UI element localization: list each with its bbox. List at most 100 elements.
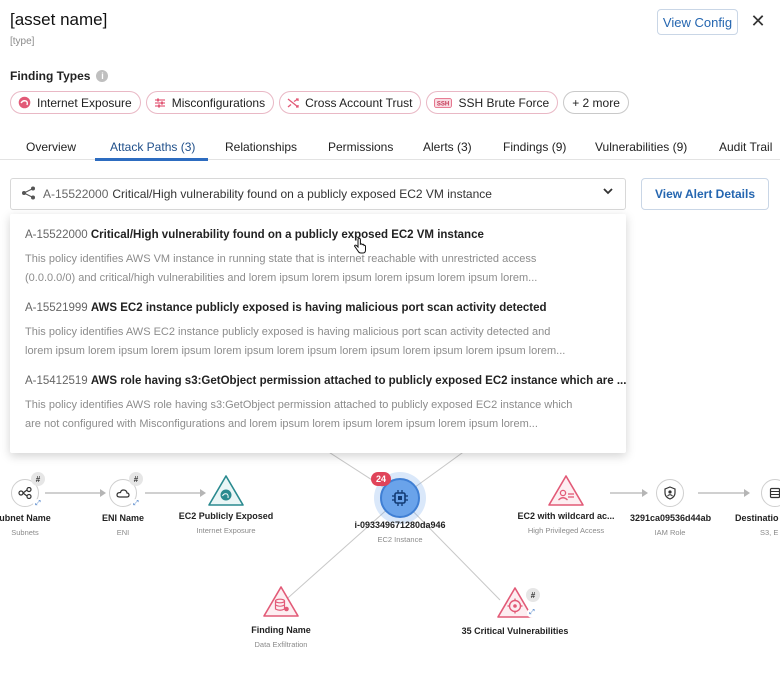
tab-permissions[interactable]: Permissions <box>328 140 393 154</box>
alert-option-desc-line: This policy identifies AWS EC2 instance … <box>25 326 551 338</box>
globe-icon <box>18 96 31 109</box>
node-label: ENI Name <box>101 513 145 523</box>
active-tab-indicator <box>95 158 208 161</box>
alert-option-id: A-15522000 <box>25 229 88 241</box>
attack-path-graph: # ⤢ ubnet Name Subnets # ⤢ ENI Name ENI … <box>0 440 780 676</box>
selected-alert-title: Critical/High vulnerability found on a p… <box>112 187 492 201</box>
node-sublabel: ENI <box>116 528 130 537</box>
asset-type: [type] <box>10 36 35 47</box>
node-label: EC2 Publicly Exposed <box>178 511 274 521</box>
alert-option-name: AWS role having s3:GetObject permission … <box>90 375 627 387</box>
alert-option[interactable]: A-15521999 AWS EC2 instance publicly exp… <box>25 302 615 361</box>
node-ec2-publicly-exposed[interactable]: EC2 Publicly Exposed Internet Exposure <box>176 474 276 535</box>
more-chips-button[interactable]: + 2 more <box>563 91 629 114</box>
chip-label: Cross Account Trust <box>305 95 413 110</box>
shuffle-icon <box>287 97 299 109</box>
node-label: ubnet Name <box>0 513 51 523</box>
chip-cross-account-trust[interactable]: Cross Account Trust <box>279 91 422 114</box>
alert-option-name: AWS EC2 instance publicly exposed is hav… <box>90 302 547 314</box>
chip-internet-exposure[interactable]: Internet Exposure <box>10 91 141 114</box>
node-label: 35 Critical Vulnerabilities <box>461 626 569 636</box>
finding-types-title: Finding Types <box>10 69 91 83</box>
chip-label: SSH Brute Force <box>458 95 550 110</box>
node-label: i-093349671280da946 <box>354 520 446 530</box>
chip-label: Internet Exposure <box>37 95 132 110</box>
node-sublabel: Subnets <box>11 528 39 537</box>
node-sublabel: IAM Role <box>654 528 686 537</box>
alert-option-title: A-15521999 AWS EC2 instance publicly exp… <box>25 302 615 314</box>
close-icon[interactable]: ✕ <box>749 10 767 32</box>
alert-option[interactable]: A-15412519 AWS role having s3:GetObject … <box>25 375 626 434</box>
alert-option-description: This policy identifies AWS EC2 instance … <box>25 323 615 361</box>
alert-option-id: A-15521999 <box>25 302 88 314</box>
vulnerability-icon: # ⤢ <box>496 586 540 620</box>
hand-cursor-icon <box>353 238 367 259</box>
alert-dropdown-menu: A-15522000 Critical/High vulnerability f… <box>10 214 626 453</box>
alert-option-desc-line: are not configured with Misconfiguration… <box>25 418 538 430</box>
tab-relationships[interactable]: Relationships <box>225 140 297 154</box>
asset-name: [asset name] <box>10 10 108 29</box>
node-sublabel: Data Exfiltration <box>254 640 308 649</box>
node-label: Finding Name <box>251 625 311 635</box>
alert-option-desc-line: (0.0.0.0/0) and critical/high vulnerabil… <box>25 272 538 284</box>
tab-audit-trail[interactable]: Audit Trail <box>719 140 772 154</box>
alert-option[interactable]: A-15522000 Critical/High vulnerability f… <box>25 229 615 288</box>
tab-alerts[interactable]: Alerts (3) <box>423 140 472 154</box>
finding-type-chips: Internet Exposure Misconfigurations Cros… <box>10 91 629 114</box>
node-sublabel: High Privileged Access <box>527 526 605 535</box>
asset-header: [asset name] [type] <box>10 10 107 47</box>
tab-overview[interactable]: Overview <box>26 140 76 154</box>
shield-user-icon <box>656 479 684 507</box>
tab-attack-paths[interactable]: Attack Paths (3) <box>110 140 195 154</box>
hash-badge: # <box>31 472 45 486</box>
alert-option-desc-line: This policy identifies AWS VM instance i… <box>25 253 537 265</box>
node-subnet[interactable]: # ⤢ ubnet Name Subnets <box>0 472 55 537</box>
chip-ssh-brute-force[interactable]: SSH SSH Brute Force <box>426 91 559 114</box>
node-sublabel: S3, E <box>760 528 779 537</box>
internet-exposure-icon <box>207 474 245 508</box>
tab-findings[interactable]: Findings (9) <box>503 140 566 154</box>
alert-select[interactable]: A-15522000 Critical/High vulnerability f… <box>10 178 626 210</box>
alert-option-description: This policy identifies AWS role having s… <box>25 396 615 434</box>
storage-icon <box>761 479 780 507</box>
node-label: EC2 with wildcard ac... <box>517 511 615 521</box>
ssh-icon: SSH <box>434 97 453 108</box>
node-iam-role[interactable]: 3291ca09536d44ab IAM Role <box>630 479 712 537</box>
alert-option-title: A-15412519 AWS role having s3:GetObject … <box>25 375 626 387</box>
alert-option-title: A-15522000 Critical/High vulnerability f… <box>25 229 615 241</box>
sliders-icon <box>154 97 166 109</box>
node-ec2-instance[interactable]: i-093349671280da946 EC2 Instance <box>340 520 460 544</box>
tab-vulnerabilities[interactable]: Vulnerabilities (9) <box>595 140 687 154</box>
alert-option-description: This policy identifies AWS VM instance i… <box>25 250 615 288</box>
cloud-icon: # ⤢ <box>109 472 143 509</box>
node-eni[interactable]: # ⤢ ENI Name ENI <box>93 472 153 537</box>
node-destination[interactable]: Destinatio S3, E <box>735 479 780 537</box>
link-icon: ⤢ <box>527 608 537 618</box>
tab-bar: Overview Attack Paths (3) Relationships … <box>0 132 780 161</box>
node-label: Destinatio <box>735 513 779 523</box>
view-alert-details-button[interactable]: View Alert Details <box>641 178 769 210</box>
svg-text:SSH: SSH <box>437 101 449 107</box>
node-label: 3291ca09536d44ab <box>630 513 712 523</box>
node-vulnerabilities[interactable]: # ⤢ 35 Critical Vulnerabilities <box>456 586 574 636</box>
chip-misconfigurations[interactable]: Misconfigurations <box>145 91 275 114</box>
edge-center-vulns <box>399 497 501 601</box>
info-icon[interactable]: i <box>96 70 109 82</box>
finding-types-label: Finding Types i <box>10 69 109 83</box>
link-icon: ⤢ <box>131 499 141 509</box>
privileged-access-icon <box>547 474 585 508</box>
attack-path-icon <box>21 186 37 203</box>
node-ec2-wildcard[interactable]: EC2 with wildcard ac... High Privileged … <box>516 474 616 535</box>
chip-label: Misconfigurations <box>171 95 266 110</box>
view-config-button[interactable]: View Config <box>657 9 738 35</box>
chevron-down-icon[interactable] <box>603 187 613 198</box>
selected-alert-id: A-15522000 <box>43 187 109 201</box>
link-icon: ⤢ <box>33 499 43 509</box>
alert-option-desc-line: This policy identifies AWS role having s… <box>25 399 573 411</box>
node-finding[interactable]: Finding Name Data Exfiltration <box>231 585 331 649</box>
hash-badge: # <box>129 472 143 486</box>
alert-option-name: Critical/High vulnerability found on a p… <box>90 229 484 241</box>
data-exfiltration-icon <box>262 585 300 619</box>
node-sublabel: Internet Exposure <box>196 526 256 535</box>
subnet-icon: # ⤢ <box>11 472 45 509</box>
